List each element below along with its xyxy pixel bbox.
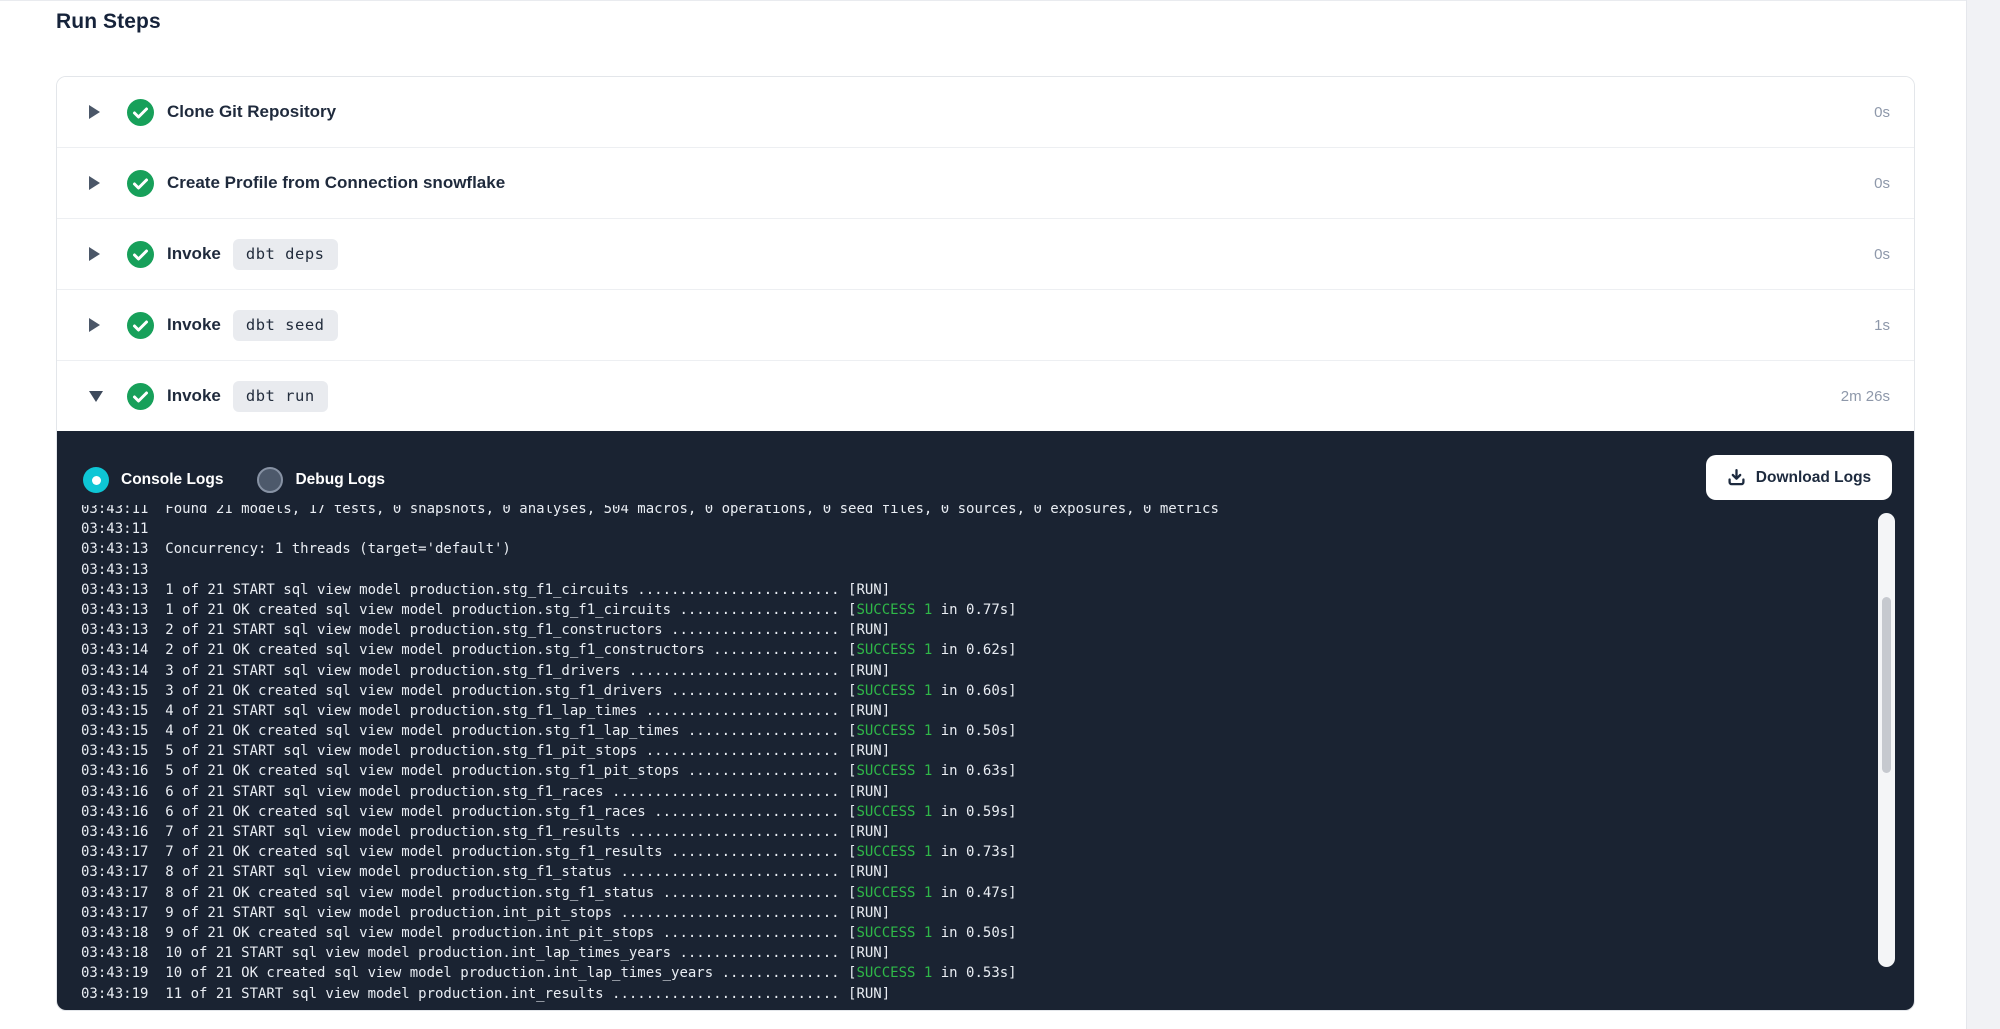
log-line: 03:43:17 9 of 21 START sql view model pr… xyxy=(81,903,1861,923)
log-line: 03:43:15 4 of 21 OK created sql view mod… xyxy=(81,721,1861,741)
caret-down-icon[interactable] xyxy=(89,391,105,402)
log-line: 03:43:16 6 of 21 OK created sql view mod… xyxy=(81,802,1861,822)
log-line: 03:43:17 8 of 21 START sql view model pr… xyxy=(81,862,1861,882)
log-success-status: SUCCESS 1 xyxy=(856,683,932,699)
step-duration: 2m 26s xyxy=(1841,388,1890,405)
caret-right-icon[interactable] xyxy=(89,318,105,332)
log-line: 03:43:14 3 of 21 START sql view model pr… xyxy=(81,661,1861,681)
log-lines: 03:43:11 Found 21 models, 17 tests, 0 sn… xyxy=(81,505,1861,1004)
step-row-invoke-dbt-deps[interactable]: Invoke dbt deps 0s xyxy=(57,219,1914,290)
run-steps-card: Clone Git Repository 0s Create Profile f… xyxy=(56,76,1915,1011)
check-circle-icon xyxy=(127,241,154,268)
log-line: 03:43:18 9 of 21 OK created sql view mod… xyxy=(81,923,1861,943)
log-line: 03:43:16 5 of 21 OK created sql view mod… xyxy=(81,761,1861,781)
log-line: 03:43:14 2 of 21 OK created sql view mod… xyxy=(81,640,1861,660)
step-row-create-profile[interactable]: Create Profile from Connection snowflake… xyxy=(57,148,1914,219)
step-row-clone-git-repository[interactable]: Clone Git Repository 0s xyxy=(57,77,1914,148)
console-log-viewport[interactable]: 03:43:11 Found 21 models, 17 tests, 0 sn… xyxy=(81,505,1861,1011)
download-logs-button[interactable]: Download Logs xyxy=(1706,455,1892,500)
log-line: 03:43:16 7 of 21 START sql view model pr… xyxy=(81,822,1861,842)
check-circle-icon xyxy=(127,312,154,339)
log-line: 03:43:13 1 of 21 OK created sql view mod… xyxy=(81,600,1861,620)
log-line: 03:43:17 8 of 21 OK created sql view mod… xyxy=(81,883,1861,903)
step-duration: 1s xyxy=(1874,317,1890,334)
caret-right-icon[interactable] xyxy=(89,105,105,119)
log-line: 03:43:13 2 of 21 START sql view model pr… xyxy=(81,620,1861,640)
log-line: 03:43:18 10 of 21 START sql view model p… xyxy=(81,943,1861,963)
log-success-status: SUCCESS 1 xyxy=(856,804,932,820)
log-success-status: SUCCESS 1 xyxy=(856,844,932,860)
step-label: Create Profile from Connection snowflake xyxy=(167,173,505,193)
step-row-invoke-dbt-run[interactable]: Invoke dbt run 2m 26s xyxy=(57,361,1914,431)
log-success-status: SUCCESS 1 xyxy=(856,763,932,779)
log-line: 03:43:13 xyxy=(81,560,1861,580)
log-success-status: SUCCESS 1 xyxy=(856,885,932,901)
log-line: 03:43:19 10 of 21 OK created sql view mo… xyxy=(81,963,1861,983)
console-logs-radio[interactable] xyxy=(83,467,109,493)
step-command-badge: dbt seed xyxy=(233,310,338,341)
step-label: Invoke xyxy=(167,244,221,264)
log-success-status: SUCCESS 1 xyxy=(856,723,932,739)
log-line: 03:43:13 1 of 21 START sql view model pr… xyxy=(81,580,1861,600)
log-line: 03:43:15 5 of 21 START sql view model pr… xyxy=(81,741,1861,761)
log-success-status: SUCCESS 1 xyxy=(856,602,932,618)
step-command-badge: dbt run xyxy=(233,381,328,412)
log-panel: Console Logs Debug Logs Download Logs 03… xyxy=(57,431,1914,1011)
log-success-status: SUCCESS 1 xyxy=(856,642,932,658)
check-circle-icon xyxy=(127,170,154,197)
debug-logs-label[interactable]: Debug Logs xyxy=(295,471,385,489)
log-line: 03:43:15 4 of 21 START sql view model pr… xyxy=(81,701,1861,721)
download-icon xyxy=(1727,468,1746,487)
debug-logs-radio[interactable] xyxy=(257,467,283,493)
log-scrollbar-track[interactable] xyxy=(1878,513,1895,967)
log-line: 03:43:11 xyxy=(81,519,1861,539)
log-success-status: SUCCESS 1 xyxy=(856,925,932,941)
step-duration: 0s xyxy=(1874,104,1890,121)
check-circle-icon xyxy=(127,383,154,410)
step-duration: 0s xyxy=(1874,246,1890,263)
log-type-radio-group: Console Logs Debug Logs xyxy=(83,467,419,493)
page-title: Run Steps xyxy=(56,10,161,34)
log-success-status: SUCCESS 1 xyxy=(856,965,932,981)
check-circle-icon xyxy=(127,99,154,126)
caret-right-icon[interactable] xyxy=(89,247,105,261)
step-label: Invoke xyxy=(167,386,221,406)
log-line: 03:43:13 Concurrency: 1 threads (target=… xyxy=(81,539,1861,559)
step-row-invoke-dbt-seed[interactable]: Invoke dbt seed 1s xyxy=(57,290,1914,361)
log-line: 03:43:11 Found 21 models, 17 tests, 0 sn… xyxy=(81,505,1861,519)
log-scrollbar-thumb[interactable] xyxy=(1882,597,1891,773)
log-line: 03:43:16 6 of 21 START sql view model pr… xyxy=(81,782,1861,802)
caret-right-icon[interactable] xyxy=(89,176,105,190)
log-line: 03:43:19 11 of 21 START sql view model p… xyxy=(81,984,1861,1004)
log-line: 03:43:15 3 of 21 OK created sql view mod… xyxy=(81,681,1861,701)
page-top-divider xyxy=(0,0,2000,1)
step-command-badge: dbt deps xyxy=(233,239,338,270)
step-duration: 0s xyxy=(1874,175,1890,192)
download-logs-label: Download Logs xyxy=(1756,469,1871,487)
console-logs-label[interactable]: Console Logs xyxy=(121,471,223,489)
log-line: 03:43:17 7 of 21 OK created sql view mod… xyxy=(81,842,1861,862)
right-gutter xyxy=(1966,0,2000,1029)
step-label: Clone Git Repository xyxy=(167,102,336,122)
step-label: Invoke xyxy=(167,315,221,335)
